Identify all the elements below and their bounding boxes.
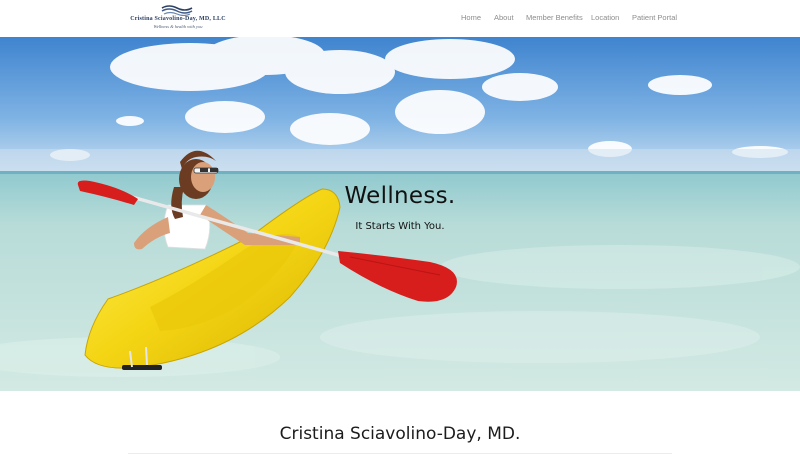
- main-nav: Home About Member Benefits Location Pati…: [0, 13, 800, 27]
- nav-home[interactable]: Home: [461, 13, 481, 22]
- site-header: Cristina Sciavolino-Day, MD, LLC Wellnes…: [0, 0, 800, 38]
- nav-patient-portal[interactable]: Patient Portal: [632, 13, 677, 22]
- hero-banner: Wellness. It Starts With You.: [0, 37, 800, 391]
- nav-about[interactable]: About: [494, 13, 514, 22]
- doctor-name-heading: Cristina Sciavolino-Day, MD.: [279, 424, 521, 444]
- hero-photo: [0, 37, 800, 391]
- section-divider: [128, 453, 672, 454]
- nav-location[interactable]: Location: [591, 13, 619, 22]
- intro-section: Cristina Sciavolino-Day, MD.: [0, 391, 800, 460]
- nav-member-benefits[interactable]: Member Benefits: [526, 13, 583, 22]
